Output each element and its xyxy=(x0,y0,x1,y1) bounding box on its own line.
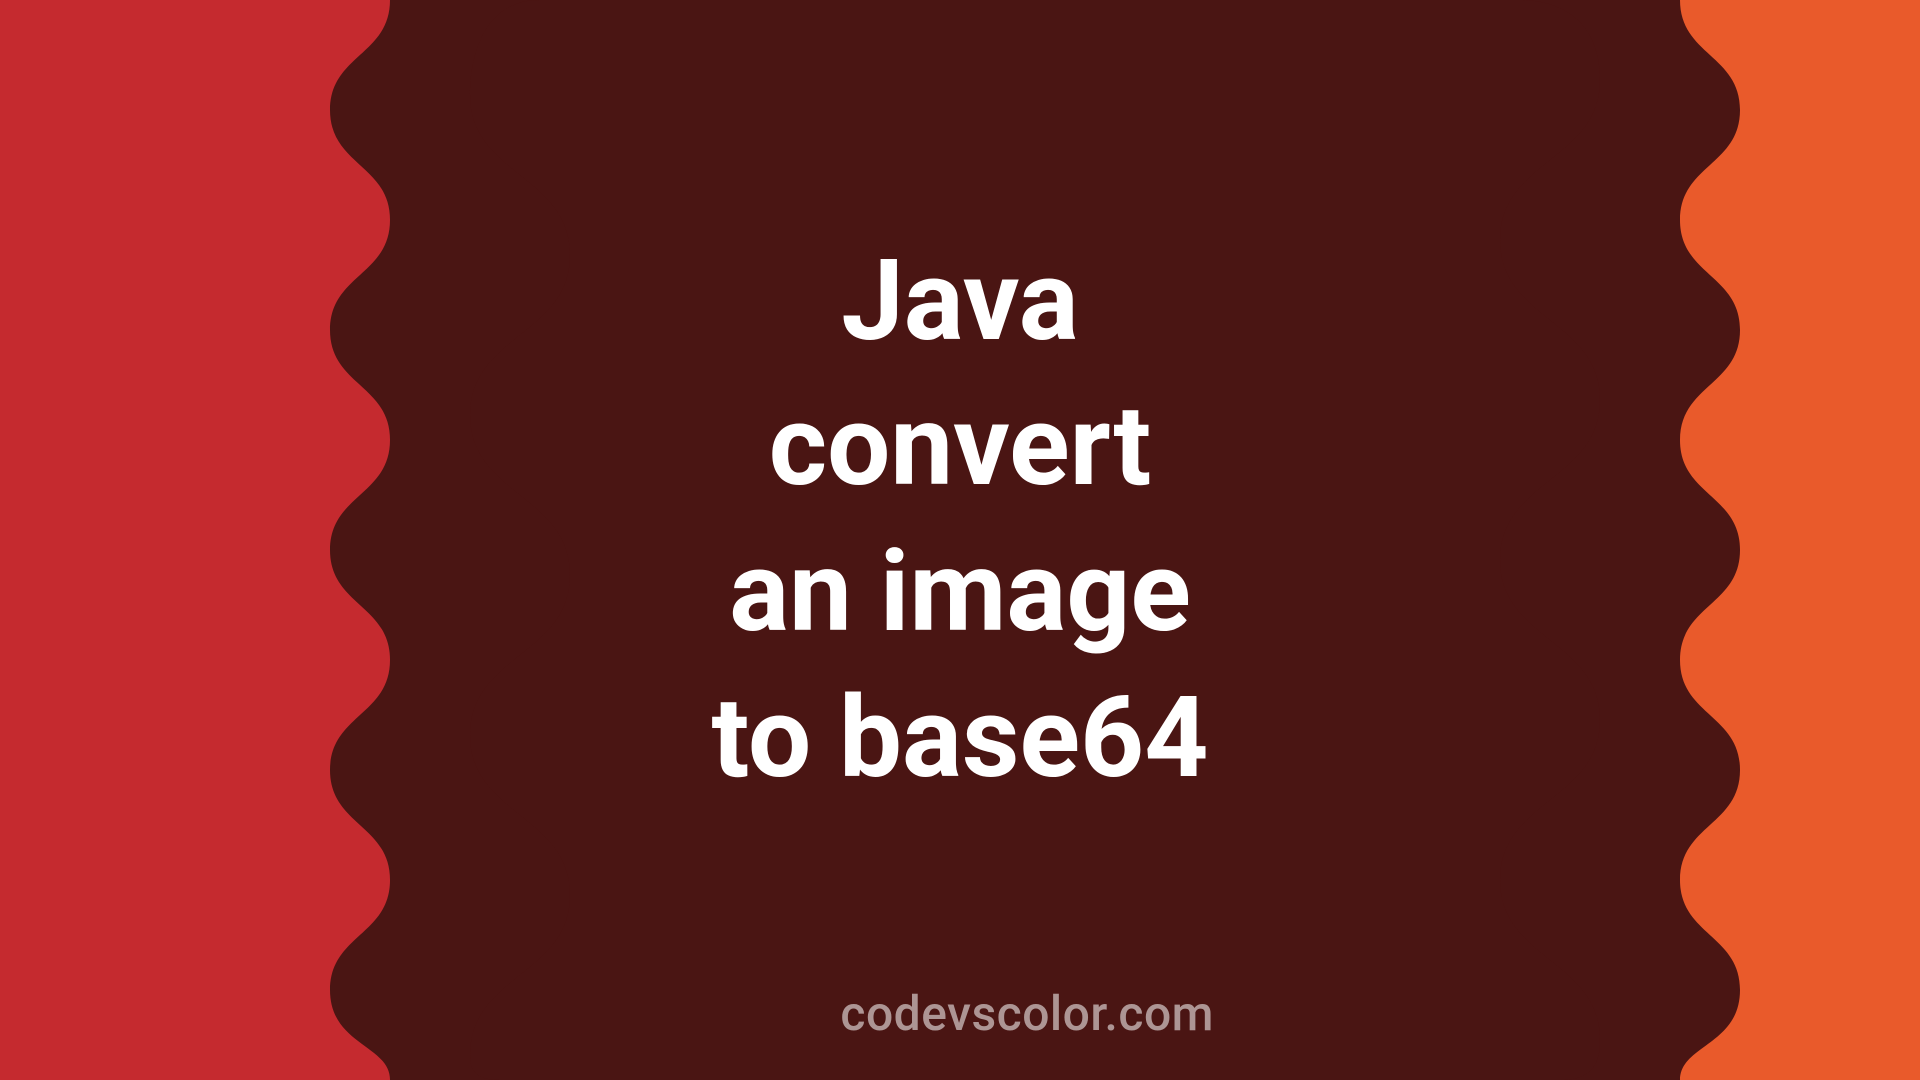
watermark-text: codevscolor.com xyxy=(840,985,1214,1042)
title-line-1: Java xyxy=(712,229,1209,375)
hero-title: Java convert an image to base64 xyxy=(712,229,1209,811)
title-line-3: an image xyxy=(712,520,1209,666)
hero-banner: Java convert an image to base64 codevsco… xyxy=(0,0,1920,1080)
title-line-4: to base64 xyxy=(712,666,1209,812)
title-line-2: convert xyxy=(712,374,1209,520)
